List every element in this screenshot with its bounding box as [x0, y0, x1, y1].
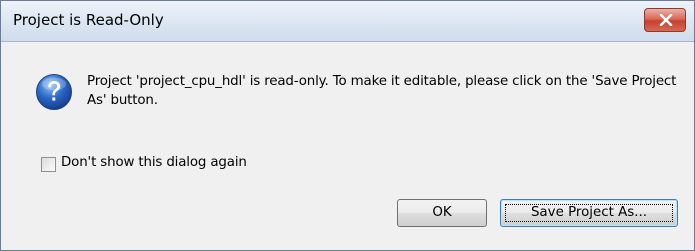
dont-show-again-checkbox[interactable]	[41, 157, 56, 172]
ok-button[interactable]: OK	[397, 199, 487, 227]
dialog-body: Project 'project_cpu_hdl' is read-only. …	[1, 42, 694, 250]
dont-show-again-label[interactable]: Don't show this dialog again	[61, 155, 247, 170]
ok-button-label: OK	[432, 205, 452, 220]
question-icon	[36, 74, 72, 110]
close-button[interactable]	[644, 8, 686, 32]
title-bar[interactable]: Project is Read-Only	[1, 1, 694, 42]
dialog-window: Project is Read-Only Project 'project_cp…	[0, 0, 695, 251]
dialog-message: Project 'project_cpu_hdl' is read-only. …	[87, 74, 677, 108]
close-x-icon	[659, 14, 673, 26]
dialog-title: Project is Read-Only	[13, 11, 164, 29]
save-project-as-button[interactable]: Save Project As...	[500, 199, 678, 227]
save-project-as-label: Save Project As...	[530, 205, 648, 220]
